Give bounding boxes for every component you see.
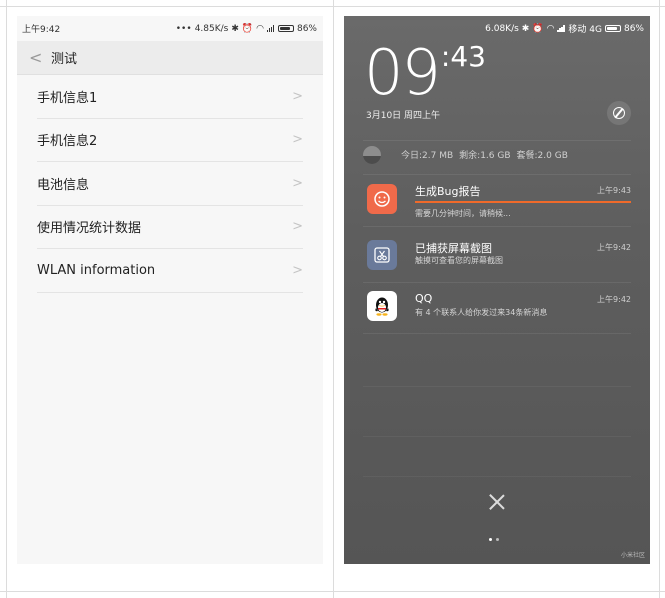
alarm-icon: ⏰ — [532, 23, 544, 34]
list-item-label: 手机信息2 — [37, 134, 98, 150]
notification-bug-report[interactable]: 生成Bug报告 上午9:43 需要几分钟时间，请稍候... — [363, 174, 631, 226]
list-item-wlan-info[interactable]: WLAN information > — [37, 249, 303, 293]
battery-icon — [277, 25, 294, 32]
notification-title: QQ — [415, 292, 433, 305]
chevron-right-icon: > — [292, 132, 303, 148]
status-icons: ••• 4.85K/s ✱ ⏰ ◠ 86% — [176, 24, 317, 34]
battery-icon — [604, 25, 621, 32]
lock-screen: 6.08K/s ✱ ⏰ ◠ 移动 4G 86% 09 :43 3月10日 周四上… — [344, 16, 650, 564]
page-title: 测试 — [51, 52, 78, 67]
divider — [363, 386, 631, 387]
frame-line-left — [6, 0, 7, 598]
notification-qq[interactable]: QQ 上午9:42 有 4 个联系人给你发过来34条新消息 — [363, 282, 631, 334]
page-indicator — [489, 538, 499, 541]
chevron-right-icon: > — [292, 262, 303, 278]
list-item-label: WLAN information — [37, 262, 156, 278]
chevron-right-icon: > — [292, 219, 303, 235]
clock-minute: :43 — [440, 40, 486, 73]
page-dot — [496, 538, 499, 541]
progress-bar — [415, 201, 631, 203]
frame-line-right — [659, 0, 660, 598]
carrier-label: 移动 4G — [568, 25, 602, 35]
page-header: < 测试 — [17, 41, 323, 75]
screenshot-icon — [367, 240, 397, 270]
data-plan: 套餐:2.0 GB — [516, 151, 568, 161]
notification-title: 已捕获屏幕截图 — [415, 242, 492, 255]
wifi-icon: ◠ — [546, 23, 555, 34]
chevron-right-icon: > — [292, 88, 303, 104]
status-bar: 上午9:42 ••• 4.85K/s ✱ ⏰ ◠ 86% — [17, 16, 323, 41]
do-not-disturb-icon[interactable] — [607, 101, 631, 125]
signal-icon — [266, 25, 275, 32]
network-speed: 4.85K/s — [194, 23, 229, 34]
qq-penguin-icon — [367, 291, 397, 321]
wifi-icon: ◠ — [256, 23, 264, 34]
bluetooth-icon: ✱ — [231, 23, 239, 34]
list-item-phone-info-2[interactable]: 手机信息2 > — [37, 119, 303, 162]
divider — [363, 476, 631, 477]
notification-title: 生成Bug报告 — [415, 185, 481, 198]
clock-hour: 09 — [364, 36, 441, 109]
notification-body: 需要几分钟时间，请稍候... — [415, 209, 511, 218]
settings-list: 手机信息1 > 手机信息2 > 电池信息 > 使用情况统计数据 > WLAN i… — [17, 75, 323, 293]
bluetooth-icon: ✱ — [521, 23, 530, 34]
close-icon[interactable] — [489, 494, 505, 510]
watermark: 小米社区 — [620, 552, 645, 559]
divider — [363, 436, 631, 437]
smiley-icon — [367, 184, 397, 214]
list-item-battery-info[interactable]: 电池信息 > — [37, 162, 303, 206]
notification-time: 上午9:43 — [597, 186, 631, 195]
list-item-label: 手机信息1 — [37, 90, 98, 106]
alarm-icon: ⏰ — [241, 23, 254, 34]
notification-screenshot[interactable]: 已捕获屏幕截图 上午9:42 触摸可查看您的屏幕截图 — [363, 226, 631, 282]
frame-line-middle — [333, 0, 334, 598]
list-item-usage-stats[interactable]: 使用情况统计数据 > — [37, 206, 303, 249]
data-usage-row: 今日:2.7 MB 剩余:1.6 GB 套餐:2.0 GB — [363, 140, 631, 168]
chevron-left-icon[interactable]: < — [29, 49, 47, 66]
list-item-label: 电池信息 — [37, 177, 90, 193]
battery-percent: 86% — [296, 23, 317, 34]
network-speed: 6.08K/s — [485, 23, 519, 34]
battery-percent: 86% — [623, 23, 644, 34]
lock-date: 3月10日 周四上午 — [366, 111, 441, 121]
data-today: 今日:2.7 MB — [401, 151, 454, 161]
signal-icon — [557, 25, 565, 32]
lock-clock: 09 :43 — [364, 42, 486, 104]
dots-icon: ••• — [175, 23, 192, 34]
data-remaining: 剩余:1.6 GB — [459, 151, 511, 161]
clock-minute-value: 43 — [450, 40, 486, 73]
notification-time: 上午9:42 — [597, 243, 631, 252]
notification-time: 上午9:42 — [597, 295, 631, 304]
data-usage-icon — [363, 145, 381, 164]
status-time: 上午9:42 — [22, 25, 61, 35]
settings-screen: 上午9:42 ••• 4.85K/s ✱ ⏰ ◠ 86% < 测试 手机信息1 … — [17, 16, 323, 564]
chevron-right-icon: > — [292, 175, 303, 191]
list-item-label: 使用情况统计数据 — [37, 221, 142, 237]
notification-body: 有 4 个联系人给你发过来34条新消息 — [415, 308, 548, 317]
notification-body: 触摸可查看您的屏幕截图 — [415, 256, 503, 265]
page-dot-active — [489, 538, 492, 541]
list-item-phone-info-1[interactable]: 手机信息1 > — [37, 75, 303, 119]
